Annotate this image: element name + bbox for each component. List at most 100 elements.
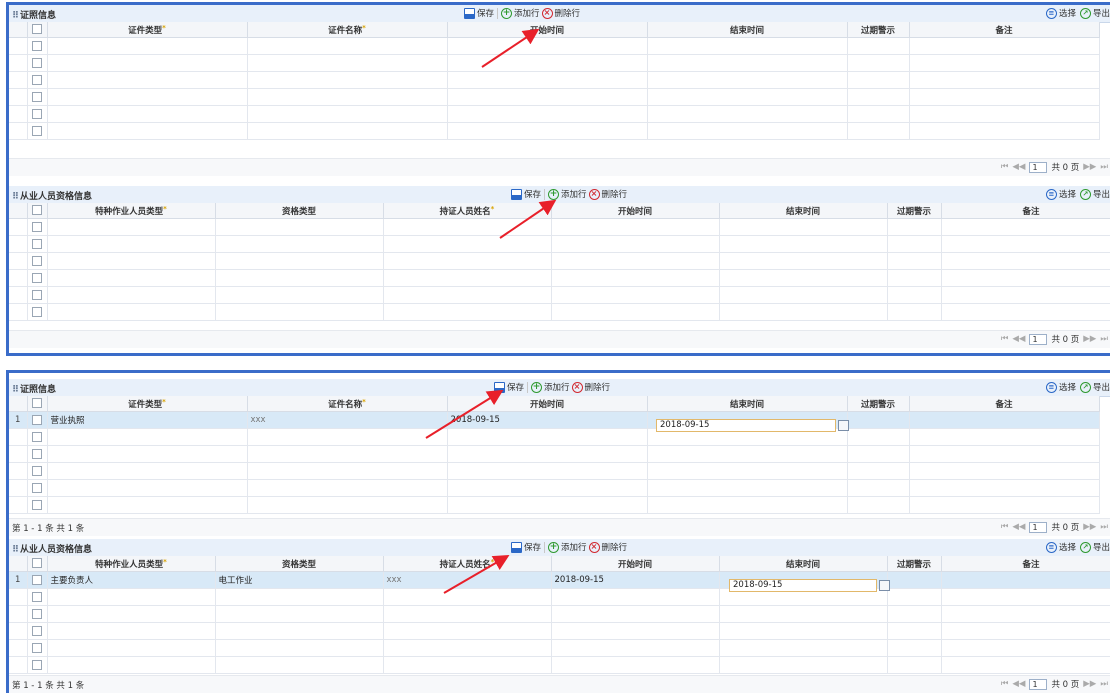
table-row[interactable]	[9, 303, 1110, 321]
column-header[interactable]: 资格类型	[215, 556, 384, 572]
table-cell[interactable]	[847, 479, 910, 497]
last-page-icon[interactable]: ⏭	[1100, 162, 1108, 172]
page-number-input[interactable]: 1	[1029, 161, 1048, 173]
export-button[interactable]: ↗ 导出	[1079, 541, 1110, 553]
checkbox-cell[interactable]	[27, 286, 48, 304]
first-page-icon[interactable]: ⏮	[1001, 679, 1009, 689]
table-cell[interactable]	[47, 605, 216, 623]
table-row[interactable]	[9, 588, 1110, 606]
table-cell[interactable]	[941, 252, 1110, 270]
first-page-icon[interactable]: ⏮	[1001, 162, 1009, 172]
column-header[interactable]: 资格类型	[215, 203, 384, 219]
table-cell[interactable]	[909, 88, 1100, 106]
table-cell[interactable]	[719, 218, 888, 236]
column-header[interactable]: 持证人员姓名*	[383, 556, 552, 572]
table-cell[interactable]	[383, 252, 552, 270]
table-cell[interactable]	[47, 218, 216, 236]
calendar-icon[interactable]	[879, 580, 890, 591]
table-cell[interactable]	[383, 656, 552, 674]
table-cell[interactable]	[383, 622, 552, 640]
table-cell[interactable]	[47, 639, 216, 657]
table-cell[interactable]	[47, 303, 216, 321]
table-cell[interactable]	[909, 122, 1100, 140]
table-row[interactable]	[9, 218, 1110, 236]
table-cell[interactable]	[551, 656, 720, 674]
column-header[interactable]: 结束时间	[719, 203, 888, 219]
column-header[interactable]: 开始时间	[447, 22, 648, 38]
table-cell[interactable]	[47, 37, 248, 55]
table-cell[interactable]	[941, 571, 1110, 589]
table-cell[interactable]	[719, 286, 888, 304]
row-checkbox[interactable]	[32, 125, 42, 136]
table-cell[interactable]	[909, 479, 1100, 497]
table-cell[interactable]	[47, 88, 248, 106]
table-cell[interactable]	[383, 235, 552, 253]
row-checkbox[interactable]	[32, 431, 42, 442]
table-cell[interactable]	[247, 462, 448, 480]
table-cell[interactable]	[909, 496, 1100, 514]
export-button[interactable]: ↗ 导出	[1079, 381, 1110, 393]
save-button[interactable]: 保存	[511, 188, 541, 200]
column-header[interactable]: 过期警示	[847, 22, 910, 38]
table-cell[interactable]	[383, 269, 552, 287]
add-row-button[interactable]: + 添加行	[548, 188, 587, 200]
row-checkbox[interactable]	[32, 255, 42, 266]
delete-row-button[interactable]: × 删除行	[588, 188, 627, 200]
delete-row-button[interactable]: × 删除行	[571, 381, 610, 393]
table-cell[interactable]	[215, 252, 384, 270]
select-button[interactable]: ≡ 选择	[1045, 541, 1076, 553]
table-cell[interactable]	[447, 37, 648, 55]
table-cell[interactable]	[941, 588, 1110, 606]
table-cell[interactable]	[47, 105, 248, 123]
table-cell[interactable]: 主要负责人	[47, 571, 216, 589]
table-cell[interactable]	[941, 303, 1110, 321]
row-checkbox[interactable]	[32, 499, 42, 510]
checkbox-cell[interactable]	[27, 218, 48, 236]
table-row[interactable]	[9, 105, 1100, 123]
table-cell[interactable]	[719, 303, 888, 321]
table-cell[interactable]	[719, 252, 888, 270]
last-page-icon[interactable]: ⏭	[1100, 679, 1108, 689]
save-button[interactable]: 保存	[494, 381, 524, 393]
row-checkbox[interactable]	[32, 625, 42, 636]
table-cell[interactable]	[647, 462, 848, 480]
table-cell[interactable]	[909, 71, 1100, 89]
column-header[interactable]: 备注	[941, 203, 1110, 219]
delete-row-button[interactable]: × 删除行	[541, 7, 580, 19]
column-header[interactable]: 证件名称*	[247, 22, 448, 38]
row-checkbox[interactable]	[32, 91, 42, 102]
select-all-checkbox[interactable]	[32, 558, 42, 569]
table-cell[interactable]	[47, 428, 248, 446]
checkbox-cell[interactable]	[27, 571, 48, 589]
table-cell[interactable]	[647, 105, 848, 123]
row-checkbox[interactable]	[32, 482, 42, 493]
table-cell[interactable]	[47, 269, 216, 287]
table-cell[interactable]	[647, 496, 848, 514]
prev-page-icon[interactable]: ◀◀	[1012, 522, 1025, 532]
add-row-button[interactable]: + 添加行	[548, 541, 587, 553]
row-checkbox[interactable]	[32, 289, 42, 300]
table-row[interactable]	[9, 445, 1100, 463]
table-cell[interactable]	[847, 445, 910, 463]
export-button[interactable]: ↗ 导出	[1079, 188, 1110, 200]
row-checkbox[interactable]	[32, 414, 42, 425]
table-row[interactable]	[9, 54, 1100, 72]
row-checkbox[interactable]	[32, 108, 42, 119]
column-header[interactable]: 过期警示	[887, 556, 942, 572]
table-row[interactable]	[9, 462, 1100, 480]
checkbox-cell[interactable]	[27, 54, 48, 72]
column-header[interactable]: 备注	[941, 556, 1110, 572]
table-cell[interactable]	[215, 269, 384, 287]
table-cell[interactable]	[551, 252, 720, 270]
select-all-header[interactable]	[27, 396, 48, 412]
checkbox-cell[interactable]	[27, 462, 48, 480]
checkbox-cell[interactable]	[27, 71, 48, 89]
table-cell[interactable]	[909, 462, 1100, 480]
checkbox-cell[interactable]	[27, 445, 48, 463]
table-cell[interactable]: 营业执照	[47, 411, 248, 429]
add-row-button[interactable]: + 添加行	[501, 7, 540, 19]
table-cell[interactable]	[887, 622, 942, 640]
checkbox-cell[interactable]	[27, 269, 48, 287]
prev-page-icon[interactable]: ◀◀	[1012, 334, 1025, 344]
row-checkbox[interactable]	[32, 221, 42, 232]
